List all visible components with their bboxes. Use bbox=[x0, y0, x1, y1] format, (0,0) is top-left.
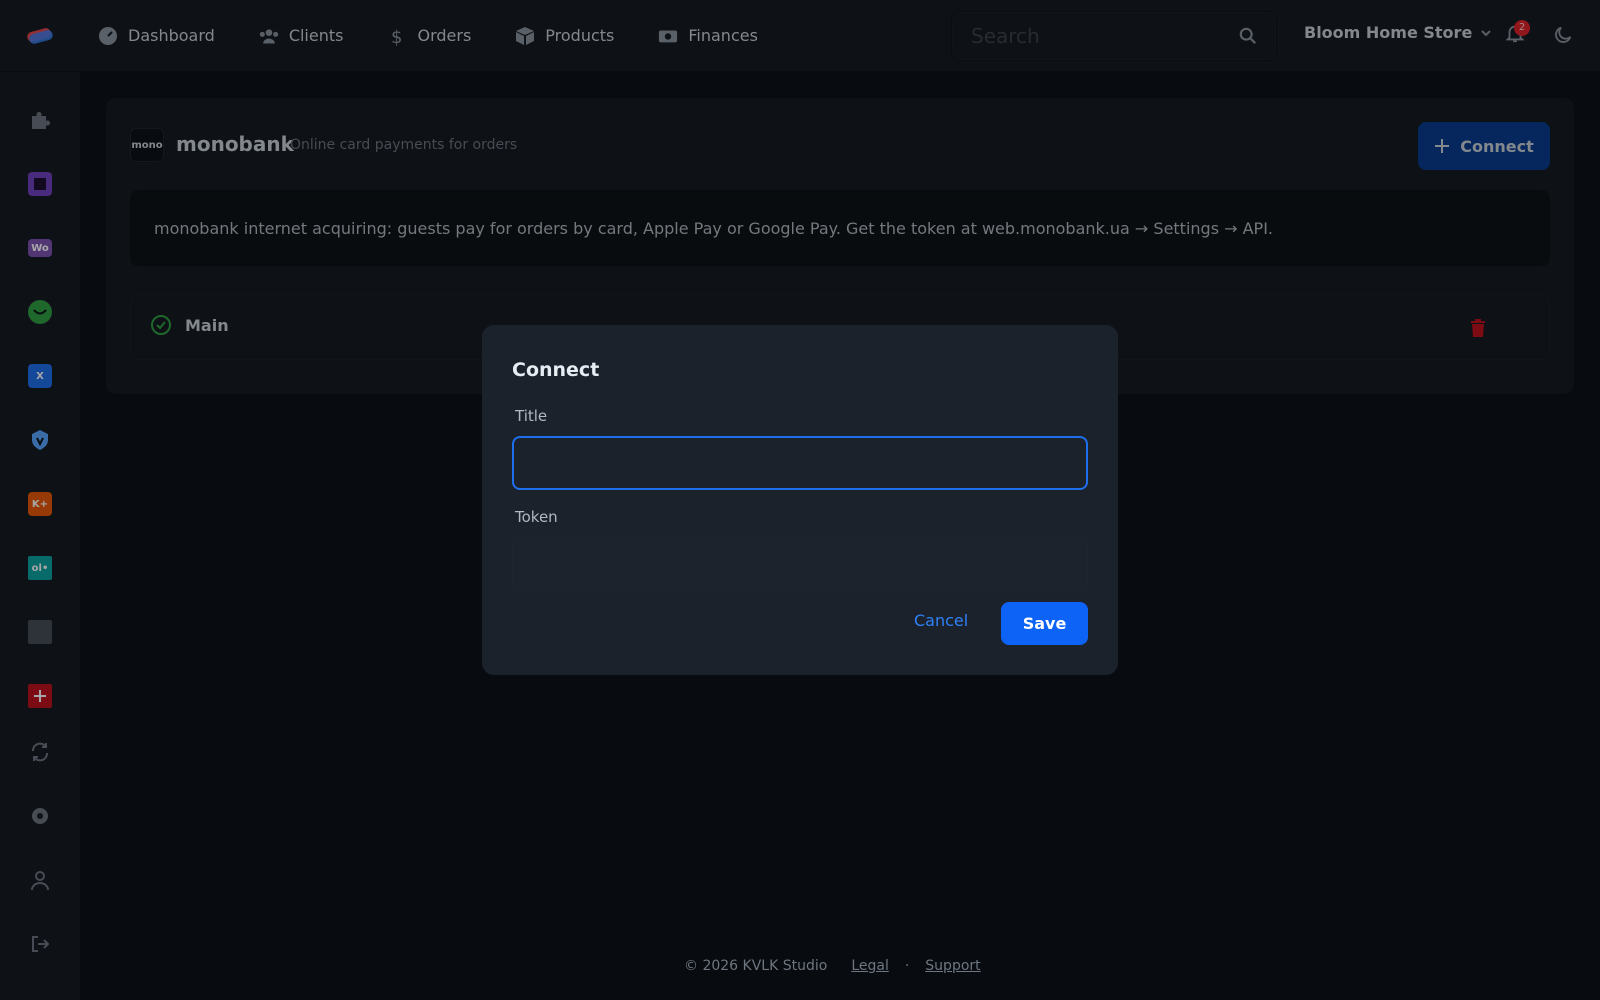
dialog-title: Connect bbox=[512, 359, 600, 381]
title-field[interactable] bbox=[512, 436, 1088, 490]
save-button[interactable]: Save bbox=[1001, 602, 1088, 645]
title-field-label: Title bbox=[515, 407, 548, 425]
legal-link[interactable]: Legal bbox=[851, 958, 889, 974]
token-field-label: Token bbox=[515, 508, 558, 526]
footer: © 2026 KVLK Studio Legal · Support bbox=[684, 958, 981, 974]
connect-dialog: Connect Title Token Cancel Save bbox=[482, 325, 1118, 675]
support-link[interactable]: Support bbox=[925, 958, 980, 974]
token-field[interactable] bbox=[512, 537, 1088, 591]
cancel-button[interactable]: Cancel bbox=[914, 611, 968, 630]
footer-separator: · bbox=[904, 958, 910, 974]
copyright: © 2026 KVLK Studio bbox=[684, 958, 828, 974]
